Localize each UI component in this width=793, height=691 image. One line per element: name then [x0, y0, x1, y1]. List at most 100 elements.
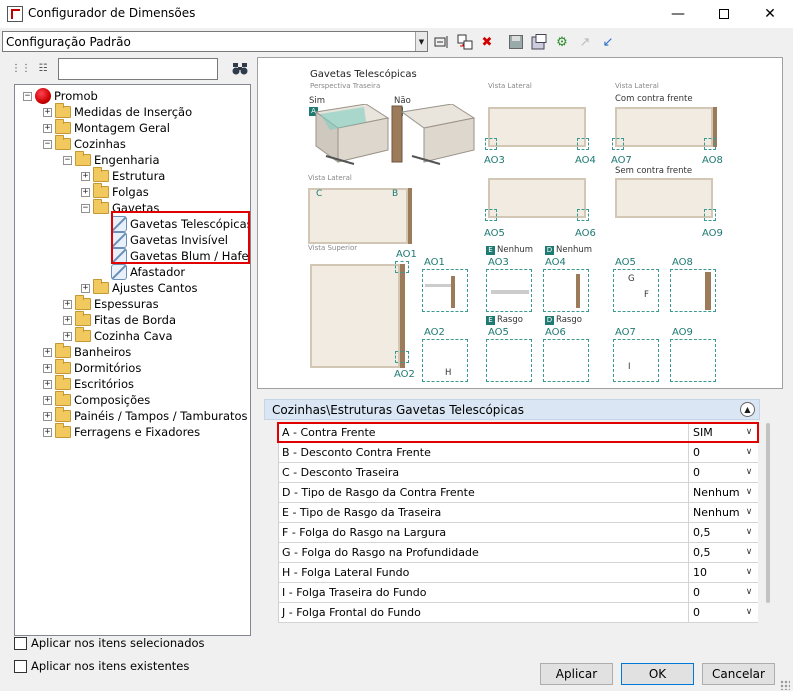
chevron-down-icon[interactable]: ∨ — [743, 463, 755, 482]
copy-icon[interactable] — [456, 33, 474, 51]
save-icon[interactable] — [507, 33, 525, 51]
property-value-select[interactable]: 0 ∨ — [690, 583, 758, 603]
ok-button[interactable]: OK — [621, 663, 694, 685]
chevron-down-icon[interactable]: ∨ — [743, 503, 755, 522]
expand-node-icon[interactable]: + — [43, 107, 52, 117]
property-value-select[interactable]: 10 ∨ — [690, 563, 758, 583]
property-value-select[interactable]: 0 ∨ — [690, 443, 758, 463]
tree-node[interactable]: + Ajustes Cantos — [81, 279, 197, 296]
expand-node-icon[interactable]: + — [63, 315, 72, 325]
binoculars-icon[interactable] — [230, 60, 250, 78]
property-value-select[interactable]: SIM ∨ — [690, 423, 758, 443]
expand-node-icon[interactable]: + — [81, 171, 90, 181]
property-row[interactable]: C - Desconto Traseira 0 ∨ — [279, 463, 758, 483]
property-row[interactable]: F - Folga do Rasgo na Largura 0,5 ∨ — [279, 523, 758, 543]
delete-icon[interactable]: ✖ — [478, 33, 496, 51]
expand-node-icon[interactable]: + — [81, 283, 90, 293]
chevron-down-icon[interactable]: ∨ — [743, 543, 755, 562]
chevron-down-icon[interactable]: ▼ — [415, 32, 427, 51]
property-name: F - Folga do Rasgo na Largura — [279, 523, 689, 543]
expand-node-icon[interactable]: + — [43, 411, 52, 421]
property-row[interactable]: B - Desconto Contra Frente 0 ∨ — [279, 443, 758, 463]
tree-node[interactable]: + Ferragens e Fixadores — [43, 423, 200, 440]
collapse-node-icon[interactable]: − — [43, 139, 52, 149]
tree-node[interactable]: + Escritórios — [43, 375, 134, 392]
expand-node-icon[interactable]: + — [43, 347, 52, 357]
apply-selected-checkbox[interactable] — [14, 637, 27, 650]
property-row[interactable]: I - Folga Traseira do Fundo 0 ∨ — [279, 583, 758, 603]
property-value-select[interactable]: Nenhum ∨ — [690, 503, 758, 523]
expand-node-icon[interactable]: + — [43, 379, 52, 389]
tree-node-label: Estrutura — [112, 169, 166, 183]
tree-node[interactable]: Gavetas Telescópicas — [99, 216, 250, 232]
expand-node-icon[interactable]: + — [63, 331, 72, 341]
label-vista-lateral-right: Vista Lateral — [615, 82, 659, 90]
tree-node[interactable]: + Estrutura — [81, 167, 166, 184]
collapse-node-icon[interactable]: − — [63, 155, 72, 165]
expand-node-icon[interactable]: + — [43, 395, 52, 405]
chevron-down-icon[interactable]: ∨ — [743, 583, 755, 602]
chevron-down-icon[interactable]: ∨ — [743, 423, 755, 442]
tree-node[interactable]: + Cozinha Cava — [63, 327, 173, 344]
tree-node[interactable]: Gavetas Invisível — [99, 232, 228, 248]
tree-node[interactable]: + Composições — [43, 391, 150, 408]
settings-icon[interactable]: ⚙ — [553, 33, 571, 51]
tree-node[interactable]: Afastador — [99, 264, 185, 280]
tree-search-input[interactable] — [58, 58, 218, 80]
tree-node[interactable]: + Montagem Geral — [43, 119, 170, 136]
property-grid-scrollbar[interactable] — [766, 423, 770, 603]
property-name: E - Tipo de Rasgo da Traseira — [279, 503, 689, 523]
property-grid[interactable]: A - Contra Frente SIM ∨ B - Desconto Contra… — [278, 423, 758, 623]
property-row[interactable]: E - Tipo de Rasgo da Traseira Nenhum ∨ — [279, 503, 758, 523]
tree-expand-icon[interactable]: ☷ — [36, 61, 50, 75]
chevron-down-icon[interactable]: ∨ — [743, 563, 755, 582]
resize-grip-icon[interactable] — [780, 680, 790, 690]
tree-node[interactable]: + Medidas de Inserção — [43, 103, 192, 120]
tree-node[interactable]: Gavetas Blum / Hafele — [99, 248, 250, 264]
expand-node-icon[interactable]: + — [43, 123, 52, 133]
export-icon[interactable] — [530, 33, 548, 51]
property-row[interactable]: A - Contra Frente SIM ∨ — [279, 423, 758, 443]
tree-node[interactable]: + Folgas — [81, 183, 149, 200]
config-select[interactable]: Configuração Padrão ▼ — [2, 31, 428, 52]
maximize-button[interactable] — [701, 0, 747, 28]
property-row[interactable]: J - Folga Frontal do Fundo 0 ∨ — [279, 603, 758, 623]
property-value-select[interactable]: Nenhum ∨ — [690, 483, 758, 503]
chevron-down-icon[interactable]: ∨ — [743, 523, 755, 542]
apply-existing-checkbox[interactable] — [14, 660, 27, 673]
expand-node-icon[interactable]: + — [43, 363, 52, 373]
link-icon[interactable]: ↙ — [599, 33, 617, 51]
property-value-select[interactable]: 0 ∨ — [690, 603, 758, 623]
collapse-node-icon[interactable]: − — [81, 203, 90, 213]
chevron-down-icon[interactable]: ∨ — [743, 443, 755, 462]
expand-node-icon[interactable]: + — [63, 299, 72, 309]
property-row[interactable]: H - Folga Lateral Fundo 10 ∨ — [279, 563, 758, 583]
cancel-button[interactable]: Cancelar — [702, 663, 775, 685]
collapse-icon[interactable]: ▲ — [740, 402, 755, 417]
chevron-down-icon[interactable]: ∨ — [743, 483, 755, 502]
tree-node[interactable]: + Espessuras — [63, 295, 159, 312]
close-button[interactable]: ✕ — [747, 0, 793, 28]
property-value-select[interactable]: 0,5 ∨ — [690, 523, 758, 543]
tree-node[interactable]: − Promob — [23, 88, 98, 104]
category-tree[interactable]: − Promob + Medidas de Inserção + Montagem Ger… — [14, 84, 251, 636]
tree-collapse-icon[interactable]: ⋮⋮ — [11, 61, 31, 75]
minimize-button[interactable]: — — [655, 0, 701, 28]
collapse-node-icon[interactable]: − — [23, 91, 32, 101]
tree-node[interactable]: + Banheiros — [43, 343, 131, 360]
chevron-down-icon[interactable]: ∨ — [743, 603, 755, 622]
tree-node[interactable]: + Dormitórios — [43, 359, 141, 376]
tree-node[interactable]: + Painéis / Tampos / Tamburatos — [43, 407, 248, 424]
tree-node[interactable]: − Gavetas — [81, 199, 159, 216]
property-row[interactable]: D - Tipo de Rasgo da Contra Frente Nenhum… — [279, 483, 758, 503]
rename-icon[interactable] — [433, 33, 451, 51]
expand-node-icon[interactable]: + — [81, 187, 90, 197]
expand-node-icon[interactable]: + — [43, 427, 52, 437]
apply-button[interactable]: Aplicar — [540, 663, 613, 685]
tree-node[interactable]: − Engenharia — [63, 151, 160, 168]
property-value-select[interactable]: 0 ∨ — [690, 463, 758, 483]
property-row[interactable]: G - Folga do Rasgo na Profundidade 0,5 ∨ — [279, 543, 758, 563]
tree-node[interactable]: − Cozinhas — [43, 135, 126, 152]
property-value-select[interactable]: 0,5 ∨ — [690, 543, 758, 563]
tree-node[interactable]: + Fitas de Borda — [63, 311, 176, 328]
